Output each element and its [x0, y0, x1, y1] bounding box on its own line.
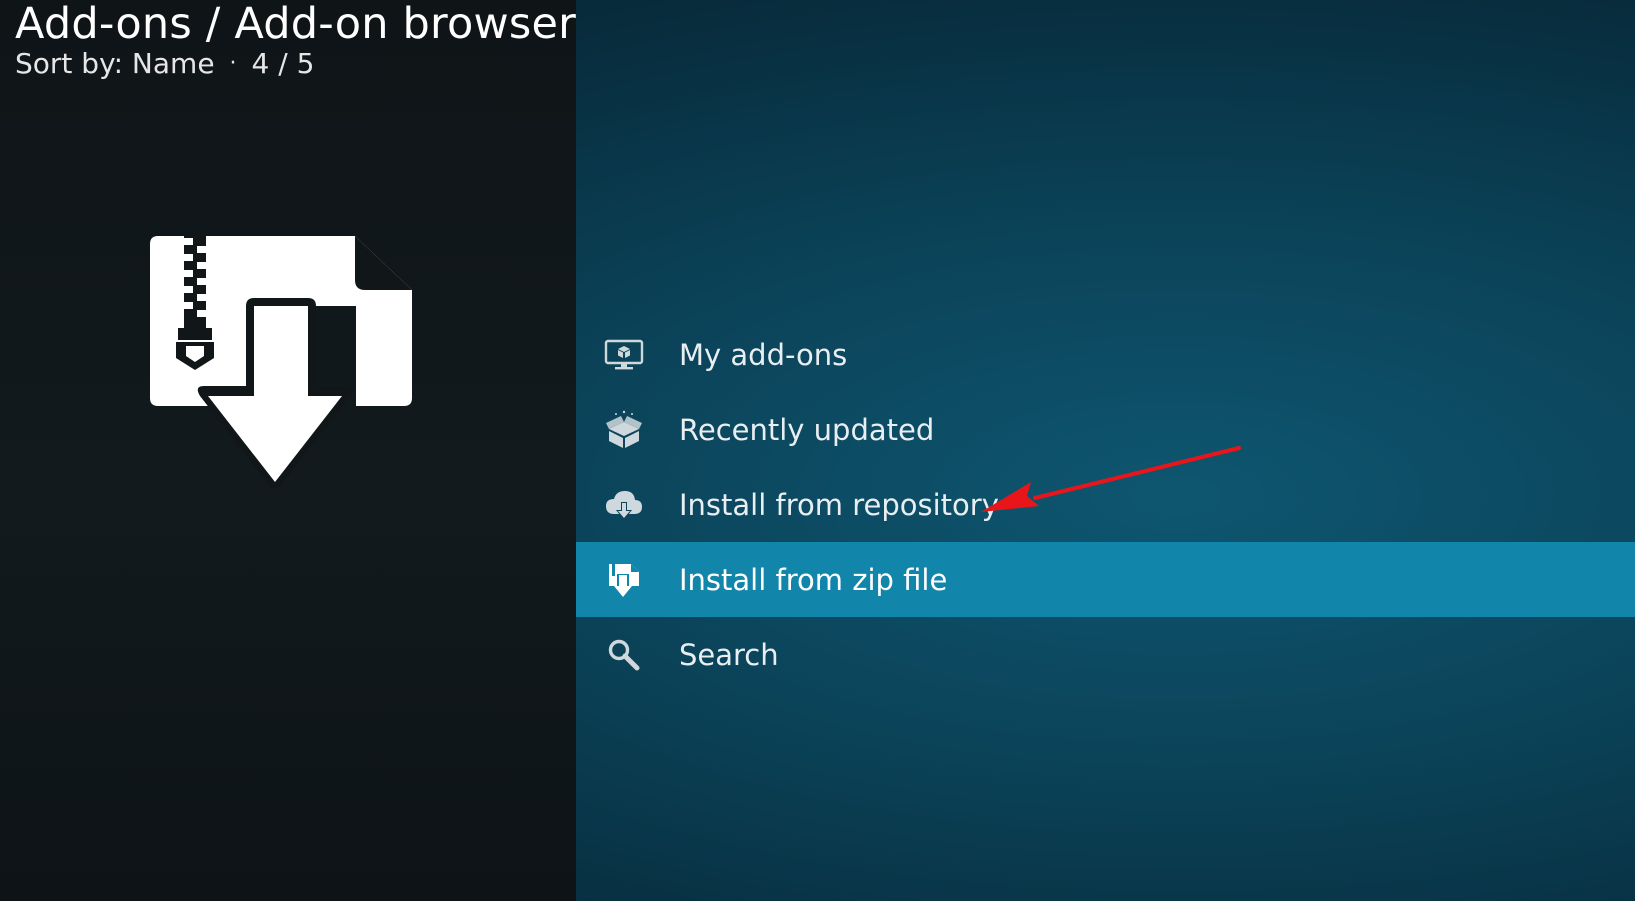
separator-dot: ·: [229, 51, 237, 76]
menu-item-install-from-zip[interactable]: Install from zip file: [576, 542, 1635, 617]
zip-file-download-icon: [602, 558, 646, 602]
menu-item-label: Search: [679, 637, 779, 672]
menu-item-label: Install from repository: [679, 487, 999, 522]
open-box-icon: [602, 408, 646, 452]
search-icon: [602, 633, 646, 677]
addon-menu: My add-ons Recently updated Install from…: [576, 317, 1635, 692]
menu-item-label: Recently updated: [679, 412, 935, 447]
menu-item-label: Install from zip file: [679, 562, 948, 597]
zip-download-icon: [150, 236, 412, 489]
menu-item-search[interactable]: Search: [576, 617, 1635, 692]
sort-info: Sort by: Name · 4 / 5: [15, 48, 576, 80]
kodi-addon-browser: Add-ons / Add-on browser Sort by: Name ·…: [0, 0, 1635, 901]
menu-item-recently-updated[interactable]: Recently updated: [576, 392, 1635, 467]
menu-item-install-from-repository[interactable]: Install from repository: [576, 467, 1635, 542]
sort-label[interactable]: Sort by: Name: [15, 48, 215, 80]
header: Add-ons / Add-on browser Sort by: Name ·…: [15, 0, 576, 80]
monitor-box-icon: [602, 333, 646, 377]
menu-item-label: My add-ons: [679, 337, 848, 372]
item-position: 4 / 5: [251, 47, 315, 80]
left-panel: Add-ons / Add-on browser Sort by: Name ·…: [0, 0, 576, 901]
cloud-download-icon: [602, 483, 646, 527]
menu-item-my-addons[interactable]: My add-ons: [576, 317, 1635, 392]
page-title: Add-ons / Add-on browser: [15, 0, 576, 49]
